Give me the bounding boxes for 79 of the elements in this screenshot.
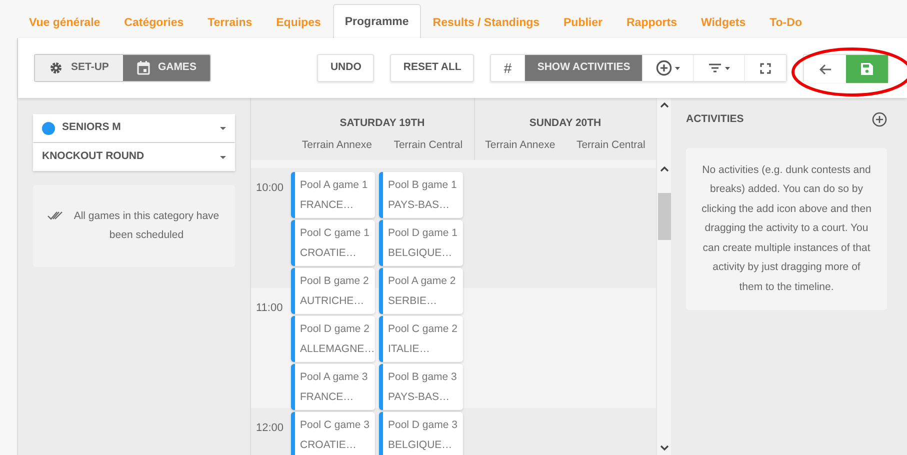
game-team: FRANCE…: [300, 198, 355, 213]
game-team: SERBIE…: [388, 294, 438, 309]
game-title: Pool C game 3: [300, 418, 370, 433]
game-team: CROATIE…: [300, 438, 358, 453]
activities-empty-text: No activities (e.g. dunk contests and breaks) added. You can do so by clicking the add icon above and then dragging the activity to a court. You can create multiple instances of that activity by just dragging more of them to the timeline.: [686, 148, 887, 310]
caret-icon: [725, 66, 730, 70]
add-dropdown[interactable]: [643, 55, 694, 81]
court-header: Terrain Central: [576, 138, 646, 153]
game-card[interactable]: Pool C game 2 ITALIE…: [379, 316, 463, 362]
game-title: Pool B game 3: [388, 370, 458, 385]
activities-title: ACTIVITIES: [686, 112, 744, 127]
game-team: PAYS-BAS…: [388, 390, 450, 405]
caret-icon: [220, 126, 226, 130]
scrollbar[interactable]: [656, 98, 671, 455]
game-title: Pool C game 1: [300, 226, 370, 241]
scroll-down-icon[interactable]: [660, 445, 669, 451]
fullscreen-icon: [760, 62, 772, 74]
double-check-icon: [47, 211, 64, 221]
court-header: Terrain Annexe: [302, 138, 372, 153]
add-circle-icon: [656, 60, 672, 76]
category-select[interactable]: SENIORS M: [33, 114, 235, 142]
game-card[interactable]: Pool D game 3 BELGIQUE…: [379, 412, 463, 455]
game-title: Pool B game 2: [300, 274, 370, 289]
game-title: Pool A game 3: [300, 370, 369, 385]
scroll-up-icon[interactable]: [660, 166, 669, 172]
game-title: Pool D game 3: [388, 418, 458, 433]
game-card[interactable]: Pool A game 2 SERBIE…: [379, 268, 463, 314]
game-team: BELGIQUE…: [388, 246, 454, 261]
day-header: SUNDAY 20TH: [528, 116, 602, 131]
gear-icon: [49, 61, 63, 75]
time-label: 10:00: [256, 182, 284, 194]
game-title: Pool C game 2: [388, 322, 458, 337]
filter-dropdown[interactable]: [694, 55, 746, 81]
court-header: Terrain Central: [394, 138, 463, 153]
time-label: 12:00: [256, 422, 284, 434]
court-header: Terrain Annexe: [485, 138, 556, 153]
game-team: ITALIE…: [388, 342, 431, 357]
filter-icon: [708, 63, 722, 73]
back-arrow-icon: [818, 64, 832, 74]
game-title: Pool D game 2: [300, 322, 370, 337]
scroll-up-icon[interactable]: [660, 102, 669, 108]
save-button[interactable]: [846, 55, 888, 83]
game-card[interactable]: Pool A game 1 FRANCE…: [291, 172, 375, 218]
save-icon: [861, 63, 874, 75]
fullscreen-button[interactable]: [745, 55, 786, 81]
game-card[interactable]: Pool D game 2 ALLEMAGNE…: [291, 316, 375, 362]
undo-button[interactable]: UNDO: [317, 54, 374, 82]
game-title: Pool A game 2: [388, 274, 457, 289]
tab[interactable]: Programme: [332, 4, 421, 38]
game-card[interactable]: Pool C game 1 CROATIE…: [291, 220, 375, 266]
add-circle-icon[interactable]: [872, 112, 887, 128]
game-card[interactable]: Pool B game 1 PAYS-BAS…: [379, 172, 463, 218]
game-card[interactable]: Pool A game 3 FRANCE…: [291, 364, 375, 410]
mode-tab[interactable]: GAMES: [122, 55, 210, 81]
game-card[interactable]: Pool B game 2 AUTRICHE…: [291, 268, 375, 314]
game-team: BELGIQUE…: [388, 438, 454, 453]
game-card[interactable]: Pool C game 3 CROATIE…: [291, 412, 375, 455]
time-label: 11:00: [256, 302, 283, 314]
reset-all-button[interactable]: RESET ALL: [390, 54, 474, 82]
caret-icon: [675, 66, 680, 70]
game-team: CROATIE…: [300, 246, 358, 261]
number-toggle[interactable]: #: [491, 55, 526, 81]
game-title: Pool D game 1: [388, 226, 458, 241]
game-title: Pool A game 1: [300, 178, 369, 193]
calendar-icon: [136, 61, 150, 75]
game-team: PAYS-BAS…: [388, 198, 450, 213]
notice-text: All games in this category have been scheduled: [72, 209, 220, 243]
back-button[interactable]: [804, 55, 846, 83]
round-select[interactable]: KNOCKOUT ROUND: [33, 143, 235, 171]
game-team: AUTRICHE…: [300, 294, 366, 309]
show-activities-toggle[interactable]: SHOW ACTIVITIES: [525, 55, 644, 81]
scroll-thumb[interactable]: [658, 193, 671, 240]
game-card[interactable]: Pool B game 3 PAYS-BAS…: [379, 364, 463, 410]
game-team: FRANCE…: [300, 390, 355, 405]
game-card[interactable]: Pool D game 1 BELGIQUE…: [379, 220, 463, 266]
game-title: Pool B game 1: [388, 178, 458, 193]
day-header: SATURDAY 19TH: [338, 116, 426, 131]
caret-icon: [220, 156, 226, 158]
mode-tab[interactable]: SET-UP: [35, 55, 123, 81]
